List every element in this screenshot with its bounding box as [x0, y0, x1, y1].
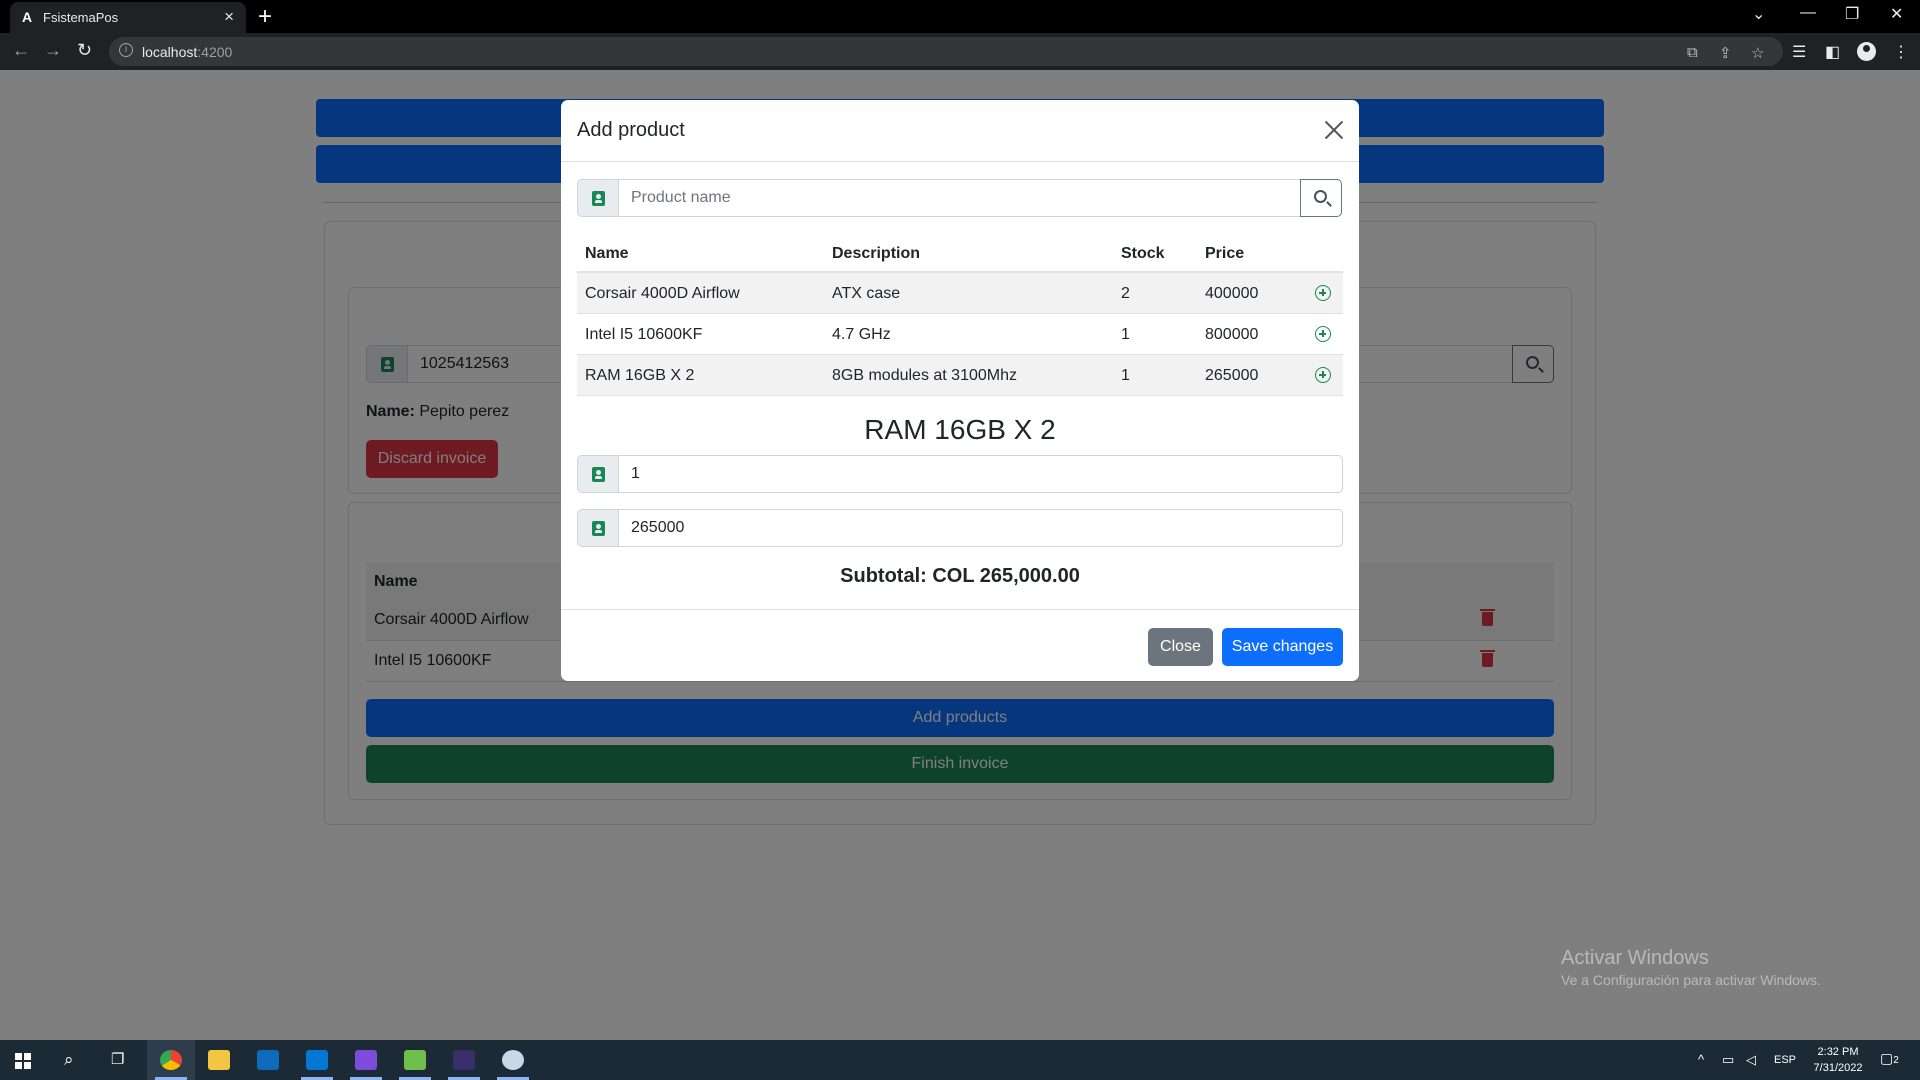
- browser-tab[interactable]: A FsistemaPos ×: [10, 2, 246, 33]
- windows-activation-text: Ve a Configuración para activar Windows.: [1561, 972, 1821, 988]
- notifications-icon[interactable]: ▢2: [1880, 1050, 1899, 1067]
- share-icon[interactable]: ⇪: [1719, 44, 1732, 62]
- id-card-icon: [577, 179, 619, 217]
- back-arrow-icon[interactable]: ←: [12, 40, 30, 61]
- table-row: Corsair 4000D Airflow ATX case 2 400000: [577, 273, 1343, 314]
- network-icon[interactable]: ▭: [1722, 1052, 1734, 1068]
- clock[interactable]: 2:32 PM 7/31/2022: [1808, 1044, 1868, 1076]
- file-explorer-icon[interactable]: [195, 1040, 243, 1080]
- language-indicator[interactable]: ESP: [1774, 1054, 1796, 1066]
- save-changes-button[interactable]: Save changes: [1222, 628, 1343, 666]
- new-tab-icon[interactable]: +: [258, 3, 272, 31]
- bookmark-star-icon[interactable]: ☆: [1751, 44, 1764, 62]
- selected-product-name: RAM 16GB X 2: [864, 414, 1056, 445]
- browser-menu-icon[interactable]: ⋮: [1893, 42, 1909, 62]
- visual-studio-icon[interactable]: [342, 1040, 390, 1080]
- browser-toolbar: ← → ↻ i localhost:4200 ⧉ ⇪ ☆ ☰ ◧ ⋮: [0, 33, 1920, 70]
- add-product-modal: Add product Product name Name Descriptio…: [561, 100, 1359, 681]
- modal-header: Add product: [561, 100, 1359, 162]
- volume-icon[interactable]: ◁: [1746, 1052, 1756, 1068]
- profile-avatar[interactable]: [1857, 42, 1876, 61]
- tab-title: FsistemaPos: [43, 10, 119, 25]
- id-card-icon: [577, 509, 619, 547]
- windows-activation-title: Activar Windows: [1561, 947, 1709, 969]
- chrome-app-icon[interactable]: [147, 1040, 195, 1080]
- id-card-icon: [577, 455, 619, 493]
- price-input[interactable]: 265000: [618, 509, 1343, 547]
- reading-list-icon[interactable]: ☰: [1792, 42, 1806, 62]
- add-circle-icon[interactable]: [1315, 285, 1331, 301]
- modal-footer: Close Save changes: [561, 609, 1359, 681]
- search-icon[interactable]: ⌕: [64, 1050, 74, 1070]
- tab-search-chevron-icon[interactable]: ⌄: [1752, 4, 1765, 24]
- window-close-icon[interactable]: ✕: [1890, 4, 1903, 24]
- reload-icon[interactable]: ↻: [77, 40, 92, 61]
- forward-arrow-icon[interactable]: →: [44, 40, 62, 61]
- paint-app-icon[interactable]: [489, 1040, 537, 1080]
- side-panel-icon[interactable]: ◧: [1825, 42, 1840, 62]
- vscode-icon[interactable]: [293, 1040, 341, 1080]
- terminal-icon[interactable]: [440, 1040, 488, 1080]
- site-info-icon[interactable]: i: [119, 43, 133, 57]
- quantity-input[interactable]: 1: [618, 455, 1343, 493]
- close-button[interactable]: Close: [1148, 628, 1213, 666]
- add-circle-icon[interactable]: [1315, 367, 1331, 383]
- tab-close-icon[interactable]: ×: [224, 7, 234, 27]
- subtotal-text: Subtotal: COL 265,000.00: [840, 565, 1080, 587]
- address-url: localhost:4200: [142, 44, 233, 60]
- address-bar[interactable]: i localhost:4200 ⧉ ⇪ ☆: [109, 37, 1783, 66]
- task-view-icon[interactable]: ❐: [111, 1050, 124, 1068]
- product-search-input[interactable]: Product name: [618, 179, 1301, 217]
- angular-favicon-icon: A: [22, 9, 33, 25]
- browser-title-bar: A FsistemaPos × + ⌄ — ❐ ✕: [0, 0, 1920, 33]
- modal-title: Add product: [577, 119, 685, 141]
- minimize-icon[interactable]: —: [1800, 4, 1816, 22]
- windows-taskbar: ⌕ ❐ ^ ▭ ◁ ESP 2:32 PM 7/31/2022 ▢2: [0, 1040, 1920, 1080]
- products-table-header: Name Description Stock Price: [577, 233, 1343, 273]
- tray-chevron-icon[interactable]: ^: [1698, 1052, 1704, 1067]
- search-icon: [1314, 190, 1327, 203]
- store-icon[interactable]: [244, 1040, 292, 1080]
- table-row: Intel I5 10600KF 4.7 GHz 1 800000: [577, 314, 1343, 355]
- add-circle-icon[interactable]: [1315, 326, 1331, 342]
- table-row: RAM 16GB X 2 8GB modules at 3100Mhz 1 26…: [577, 355, 1343, 396]
- translate-icon[interactable]: ⧉: [1687, 44, 1698, 61]
- windows-start-icon[interactable]: [15, 1053, 31, 1069]
- restore-icon[interactable]: ❐: [1845, 4, 1859, 24]
- sql-tool-icon[interactable]: [391, 1040, 439, 1080]
- product-search-button[interactable]: [1300, 179, 1342, 217]
- close-icon[interactable]: [1324, 120, 1344, 140]
